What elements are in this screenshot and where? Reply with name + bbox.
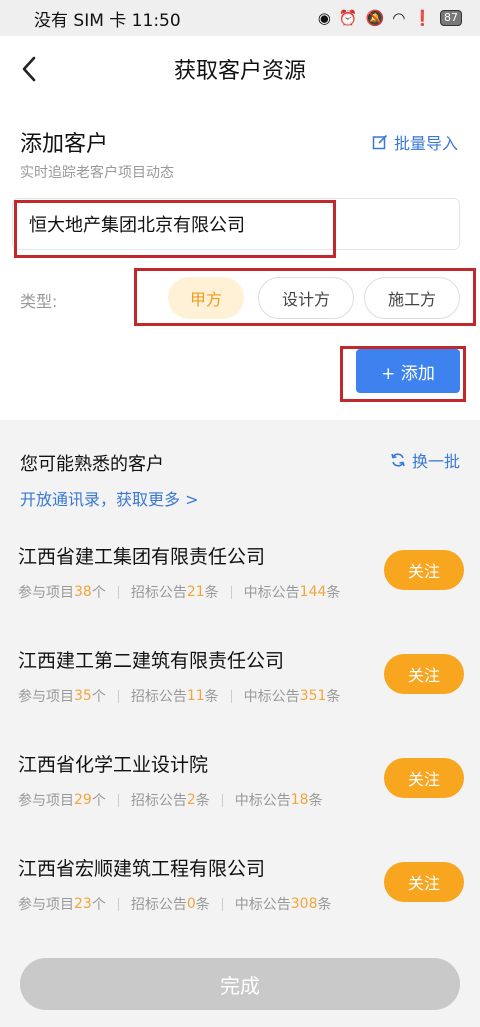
divider bbox=[117, 793, 119, 807]
edit-icon bbox=[372, 134, 388, 150]
page-title: 获取客户资源 bbox=[173, 59, 306, 84]
mute-icon: 🔕 bbox=[365, 9, 385, 27]
stat-value: 18 bbox=[290, 792, 309, 808]
done-button[interactable]: 完成 bbox=[20, 958, 460, 1010]
stat-value: 23 bbox=[74, 896, 92, 912]
stat-unit: 条 bbox=[326, 689, 341, 705]
batch-import-link[interactable]: 批量导入 bbox=[372, 130, 458, 154]
stat-value: 21 bbox=[186, 584, 205, 600]
stat-label: 中标公告 bbox=[243, 585, 300, 601]
company-stats: 参与项目 23 个 招标公告 0 条 中标公告 308 条 bbox=[18, 894, 331, 914]
stat-unit: 条 bbox=[204, 585, 219, 601]
stat-label: 招标公告 bbox=[130, 793, 187, 809]
nav-bar: 获取客户资源 bbox=[0, 36, 480, 102]
divider bbox=[230, 689, 232, 703]
company-name: 江西省建工集团有限责任公司 bbox=[18, 546, 266, 568]
wifi-icon: ◠ bbox=[392, 9, 406, 27]
stat-value: 29 bbox=[74, 792, 92, 808]
stat-value: 38 bbox=[74, 584, 92, 600]
list-item: 江西建工第二建筑有限责任公司 参与项目 35 个 招标公告 11 条 中标公告 351 条 … bbox=[0, 646, 480, 750]
type-label: 类型: bbox=[20, 292, 58, 311]
stat-value: 2 bbox=[186, 792, 196, 808]
highlight-frame-add bbox=[340, 346, 466, 402]
stat-unit: 条 bbox=[326, 585, 341, 601]
refresh-icon bbox=[391, 453, 405, 467]
highlight-frame-input bbox=[14, 200, 336, 258]
refresh-label: 换一批 bbox=[411, 452, 460, 471]
add-customer-section: 添加客户 实时追踪老客户项目动态 批量导入 类型: 甲方 设计方 施工方 + 添… bbox=[0, 102, 480, 420]
stat-label: 招标公告 bbox=[130, 689, 187, 705]
batch-import-label: 批量导入 bbox=[393, 134, 458, 153]
stat-unit: 条 bbox=[195, 897, 210, 913]
open-contacts-link[interactable]: 开放通讯录，获取更多 > bbox=[20, 486, 199, 510]
divider bbox=[117, 585, 119, 599]
company-name: 江西建工第二建筑有限责任公司 bbox=[18, 650, 285, 672]
stat-label: 参与项目 bbox=[18, 689, 74, 705]
stat-unit: 个 bbox=[91, 897, 106, 913]
highlight-frame-types bbox=[134, 268, 476, 326]
stat-value: 308 bbox=[290, 896, 318, 912]
stat-unit: 条 bbox=[308, 793, 323, 809]
follow-button[interactable]: 关注 bbox=[384, 550, 464, 590]
stat-label: 参与项目 bbox=[18, 793, 74, 809]
stat-unit: 个 bbox=[91, 585, 106, 601]
divider bbox=[221, 793, 223, 807]
alarm-icon: ⏰ bbox=[338, 9, 358, 27]
status-icons: ◉ ⏰ 🔕 ◠ ❗ 87 bbox=[318, 9, 462, 27]
stat-unit: 个 bbox=[91, 689, 106, 705]
company-name: 江西省宏顺建筑工程有限公司 bbox=[18, 858, 266, 880]
follow-button[interactable]: 关注 bbox=[384, 654, 464, 694]
footer: 完成 bbox=[0, 940, 480, 1027]
divider bbox=[117, 689, 119, 703]
familiar-title: 您可能熟悉的客户 bbox=[20, 454, 164, 475]
company-name: 江西省化学工业设计院 bbox=[18, 754, 209, 776]
add-customer-subtitle: 实时追踪老客户项目动态 bbox=[20, 165, 174, 181]
follow-button[interactable]: 关注 bbox=[384, 758, 464, 798]
follow-button[interactable]: 关注 bbox=[384, 862, 464, 902]
stat-value: 0 bbox=[186, 896, 196, 912]
status-carrier-time: 没有 SIM 卡 11:50 bbox=[34, 10, 181, 31]
stat-value: 11 bbox=[186, 688, 205, 704]
divider bbox=[221, 897, 223, 911]
stat-unit: 条 bbox=[195, 793, 210, 809]
company-stats: 参与项目 29 个 招标公告 2 条 中标公告 18 条 bbox=[18, 790, 323, 810]
refresh-link[interactable]: 换一批 bbox=[390, 448, 460, 472]
divider bbox=[117, 897, 119, 911]
stat-label: 中标公告 bbox=[243, 689, 300, 705]
status-bar: 没有 SIM 卡 11:50 ◉ ⏰ 🔕 ◠ ❗ 87 bbox=[0, 0, 480, 36]
list-item: 江西省建工集团有限责任公司 参与项目 38 个 招标公告 21 条 中标公告 144 条 关… bbox=[0, 542, 480, 646]
stat-label: 招标公告 bbox=[130, 585, 187, 601]
stat-label: 参与项目 bbox=[18, 585, 74, 601]
stat-label: 招标公告 bbox=[130, 897, 187, 913]
company-stats: 参与项目 35 个 招标公告 11 条 中标公告 351 条 bbox=[18, 686, 340, 706]
stat-unit: 条 bbox=[317, 897, 332, 913]
stat-unit: 个 bbox=[91, 793, 106, 809]
stat-label: 中标公告 bbox=[234, 897, 291, 913]
eye-icon: ◉ bbox=[317, 9, 331, 27]
list-item: 江西省化学工业设计院 参与项目 29 个 招标公告 2 条 中标公告 18 条 关注 bbox=[0, 750, 480, 854]
back-icon[interactable] bbox=[16, 52, 46, 86]
stat-value: 351 bbox=[299, 688, 327, 704]
stat-unit: 条 bbox=[204, 689, 219, 705]
alert-icon: ❗ bbox=[413, 9, 432, 27]
stat-label: 参与项目 bbox=[18, 897, 74, 913]
divider bbox=[230, 585, 232, 599]
stat-value: 35 bbox=[74, 688, 92, 704]
battery-icon: 87 bbox=[440, 10, 462, 26]
add-customer-title: 添加客户 bbox=[20, 132, 109, 157]
stat-label: 中标公告 bbox=[234, 793, 291, 809]
company-stats: 参与项目 38 个 招标公告 21 条 中标公告 144 条 bbox=[18, 582, 340, 602]
familiar-customers-section: 您可能熟悉的客户 换一批 开放通讯录，获取更多 > 江西省建工集团有限责任公司 … bbox=[0, 420, 480, 940]
stat-value: 144 bbox=[299, 584, 327, 600]
